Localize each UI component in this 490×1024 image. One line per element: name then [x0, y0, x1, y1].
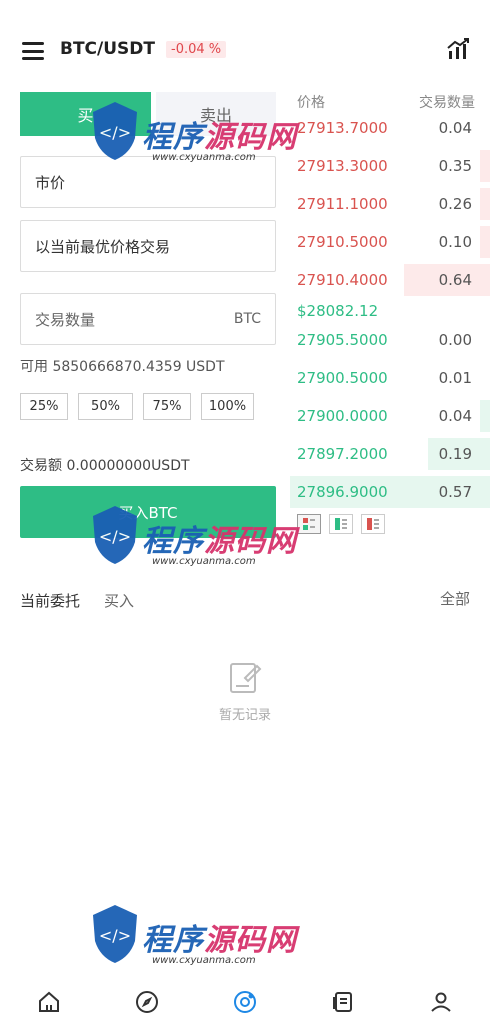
svg-text:</>: </> — [99, 123, 131, 142]
watermark: </> 程序源码网 www.cxyuanma.com — [90, 895, 300, 985]
empty-state: 暂无记录 — [205, 660, 285, 723]
bid-price: 27896.9000 — [297, 483, 388, 501]
ask-qty: 0.04 — [438, 119, 472, 137]
percent-buttons: 25% 50% 75% 100% — [20, 393, 254, 420]
ask-price: 27910.5000 — [297, 233, 388, 251]
ask-row[interactable]: 27913.7000 0.04 — [290, 112, 490, 144]
svg-text:</>: </> — [99, 926, 131, 945]
ask-qty: 0.35 — [438, 157, 472, 175]
ask-price: 27910.4000 — [297, 271, 388, 289]
quantity-input[interactable]: 交易数量 BTC — [20, 293, 276, 345]
bid-row[interactable]: 27897.2000 0.19 — [290, 438, 490, 470]
depth-both-icon[interactable] — [297, 514, 321, 534]
watermark-url: www.cxyuanma.com — [152, 152, 256, 163]
bid-row[interactable]: 27896.9000 0.57 — [290, 476, 490, 508]
last-price: $28082.12 — [297, 302, 379, 320]
shield-logo-icon: </> — [93, 905, 137, 963]
chart-icon[interactable] — [446, 36, 472, 62]
watermark: </> 程序源码网 www.cxyuanma.com — [90, 92, 300, 182]
bid-price: 27900.0000 — [297, 407, 388, 425]
bid-qty: 0.01 — [438, 369, 472, 387]
ask-row[interactable]: 27910.5000 0.10 — [290, 226, 490, 258]
nav-profile[interactable] — [427, 988, 455, 1016]
bid-row[interactable]: 27905.5000 0.00 — [290, 324, 490, 356]
svg-text:</>: </> — [99, 527, 131, 546]
bid-price: 27897.2000 — [297, 445, 388, 463]
ask-row[interactable]: 27911.1000 0.26 — [290, 188, 490, 220]
ask-row[interactable]: 27910.4000 0.64 — [290, 264, 490, 296]
percent-50-button[interactable]: 50% — [78, 393, 133, 420]
ask-qty: 0.64 — [438, 271, 472, 289]
ask-price: 27913.7000 — [297, 119, 388, 137]
available-balance: 可用 5850666870.4359 USDT — [20, 359, 225, 375]
depth-asks-icon[interactable] — [361, 514, 385, 534]
nav-orders[interactable] — [329, 988, 357, 1016]
compass-icon — [136, 991, 158, 1013]
pair-title[interactable]: BTC/USDT — [60, 39, 155, 59]
bid-row[interactable]: 27900.0000 0.04 — [290, 400, 490, 432]
orders-all-link[interactable]: 全部 — [440, 588, 470, 609]
watermark-brand: 程序源码网 — [142, 524, 297, 559]
percent-100-button[interactable]: 100% — [201, 393, 254, 420]
watermark-url: www.cxyuanma.com — [152, 556, 256, 567]
ask-price: 27911.1000 — [297, 195, 388, 213]
ask-price: 27913.3000 — [297, 157, 388, 175]
bid-price: 27900.5000 — [297, 369, 388, 387]
trade-amount: 交易额 0.00000000USDT — [20, 458, 190, 474]
user-icon — [431, 992, 451, 1012]
shield-logo-icon: </> — [93, 506, 137, 564]
bid-qty: 0.57 — [438, 483, 472, 501]
empty-text: 暂无记录 — [218, 708, 271, 723]
percent-25-button[interactable]: 25% — [20, 393, 68, 420]
nav-trade[interactable] — [231, 988, 259, 1016]
depth-bids-icon[interactable] — [329, 514, 353, 534]
ask-row[interactable]: 27913.3000 0.35 — [290, 150, 490, 182]
bid-price: 27905.5000 — [297, 331, 388, 349]
shield-logo-icon: </> — [93, 102, 137, 160]
price-header: 价格 — [297, 95, 325, 111]
menu-icon[interactable] — [22, 42, 44, 60]
watermark-url: www.cxyuanma.com — [152, 955, 256, 966]
quantity-placeholder: 交易数量 — [35, 310, 96, 329]
nav-market[interactable] — [133, 988, 161, 1016]
watermark-brand: 程序源码网 — [142, 120, 297, 155]
quantity-unit: BTC — [233, 311, 261, 327]
qty-header: 交易数量 — [419, 95, 475, 111]
nav-home[interactable] — [35, 988, 63, 1016]
document-icon — [333, 992, 352, 1012]
bid-row[interactable]: 27900.5000 0.01 — [290, 362, 490, 394]
orders-filter-buy[interactable]: 买入 — [104, 590, 134, 611]
ask-qty: 0.10 — [438, 233, 472, 251]
price-mode-field[interactable]: 以当前最优价格交易 — [20, 220, 276, 272]
empty-note-icon — [230, 663, 262, 693]
orders-title[interactable]: 当前委托 — [20, 590, 80, 611]
home-icon — [39, 991, 59, 1012]
bid-qty: 0.19 — [438, 445, 472, 463]
percent-75-button[interactable]: 75% — [143, 393, 191, 420]
watermark-brand: 程序源码网 — [142, 923, 297, 958]
top-bar: BTC/USDT -0.04 % — [0, 28, 490, 76]
watermark: </> 程序源码网 www.cxyuanma.com — [90, 496, 300, 586]
change-badge: -0.04 % — [166, 41, 227, 58]
depth-mode-switch — [297, 514, 385, 534]
bid-qty: 0.04 — [438, 407, 472, 425]
ask-qty: 0.26 — [438, 195, 472, 213]
trade-icon — [234, 991, 256, 1013]
bottom-nav — [0, 980, 490, 1024]
bid-qty: 0.00 — [438, 331, 472, 349]
